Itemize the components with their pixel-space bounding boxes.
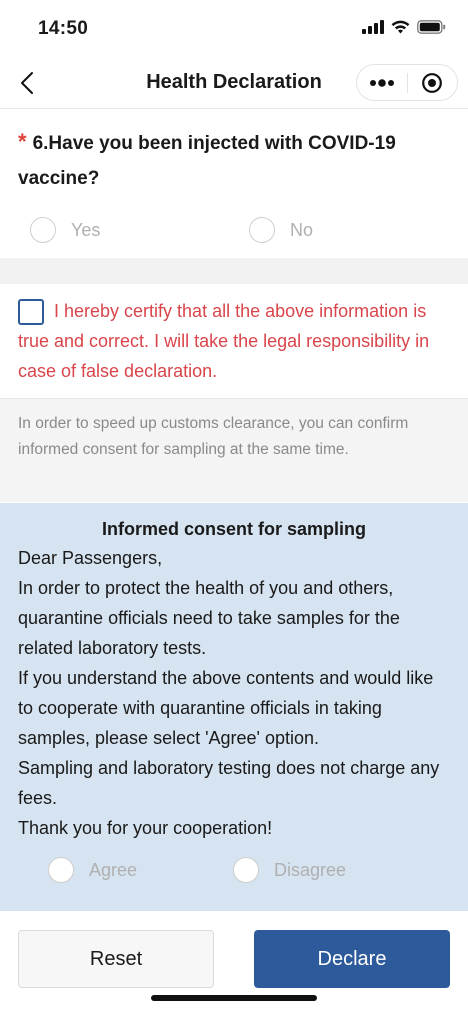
consent-paragraph: In order to protect the health of you an… [18, 578, 400, 658]
consent-thanks: Thank you for your cooperation! [18, 818, 273, 838]
consent-title: Informed consent for sampling [101, 519, 367, 539]
required-mark: * [18, 129, 27, 154]
radio-disagree[interactable] [233, 857, 259, 883]
wifi-icon [391, 20, 410, 34]
radio-no[interactable] [249, 217, 275, 243]
option-agree[interactable]: Agree [48, 857, 137, 883]
option-no-label: No [290, 219, 314, 240]
consent-body: Dear Passengers, In order to protect the… [18, 543, 450, 843]
consent-paragraph: If you understand the above contents and… [18, 668, 434, 748]
radio-agree[interactable] [48, 857, 74, 883]
close-program-button[interactable] [407, 65, 457, 100]
certify-text: I hereby certify that all the above info… [18, 301, 430, 381]
consent-paragraph: Sampling and laboratory testing does not… [18, 758, 440, 808]
option-yes-label: Yes [71, 219, 101, 240]
question-vaccine: * 6.Have you been injected with COVID-19 … [18, 124, 438, 196]
consent-greeting: Dear Passengers, [18, 548, 163, 568]
target-icon [422, 72, 443, 93]
consent-note: In order to speed up customs clearance, … [0, 399, 468, 502]
radio-yes[interactable] [30, 217, 56, 243]
status-bar: 14:50 [0, 0, 468, 60]
reset-button[interactable]: Reset [18, 930, 214, 988]
option-agree-label: Agree [89, 859, 138, 880]
more-button[interactable] [357, 65, 407, 100]
declare-button[interactable]: Declare [254, 930, 450, 988]
status-icons [362, 20, 446, 34]
footer-bar: Reset Declare [0, 911, 468, 1013]
certify-checkbox[interactable] [18, 299, 44, 325]
status-time: 14:50 [38, 18, 89, 39]
option-disagree[interactable]: Disagree [233, 857, 346, 883]
more-icon [369, 78, 394, 87]
home-indicator [151, 995, 317, 1001]
question-text: 6.Have you been injected with COVID-19 v… [18, 133, 396, 189]
option-no[interactable]: No [249, 217, 313, 243]
section-divider [0, 258, 468, 284]
consent-panel: Informed consent for sampling Dear Passe… [0, 503, 468, 911]
mini-program-capsule [356, 64, 458, 101]
nav-bar: Health Declaration [0, 60, 468, 109]
option-yes[interactable]: Yes [30, 217, 100, 243]
battery-icon [417, 20, 446, 34]
signal-icon [362, 20, 384, 34]
option-disagree-label: Disagree [274, 859, 347, 880]
